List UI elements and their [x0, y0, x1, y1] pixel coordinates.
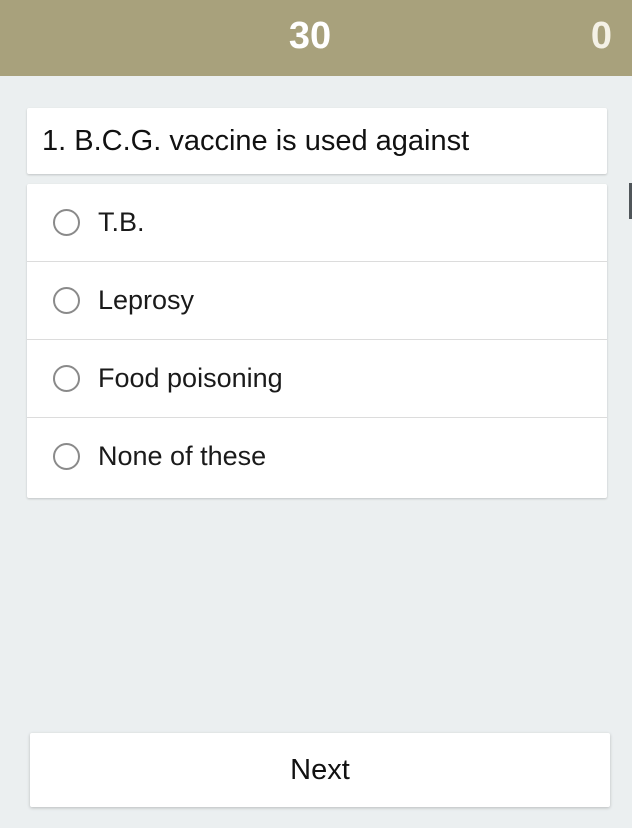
option-label: Leprosy — [98, 285, 195, 315]
top-bar: 30 0 — [0, 0, 632, 76]
option-leprosy[interactable]: Leprosy — [27, 262, 607, 340]
option-none-of-these[interactable]: None of these — [27, 418, 607, 495]
score-display: 0 — [590, 15, 612, 57]
next-button[interactable]: Next — [30, 733, 610, 807]
radio-button-icon[interactable] — [53, 443, 80, 470]
quiz-screen: 30 0 1. B.C.G. vaccine is used against T… — [0, 0, 632, 828]
timer-display: 30 — [288, 15, 332, 57]
question-card: 1. B.C.G. vaccine is used against — [27, 108, 607, 174]
radio-button-icon[interactable] — [53, 287, 80, 314]
radio-button-icon[interactable] — [53, 209, 80, 236]
options-list: T.B. Leprosy Food poisoning None of thes… — [27, 184, 607, 498]
option-tb[interactable]: T.B. — [27, 184, 607, 262]
option-label: None of these — [98, 441, 267, 471]
option-food-poisoning[interactable]: Food poisoning — [27, 340, 607, 418]
option-label: T.B. — [98, 207, 145, 237]
option-label: Food poisoning — [98, 363, 283, 393]
radio-button-icon[interactable] — [53, 365, 80, 392]
question-text: 1. B.C.G. vaccine is used against — [42, 124, 470, 157]
